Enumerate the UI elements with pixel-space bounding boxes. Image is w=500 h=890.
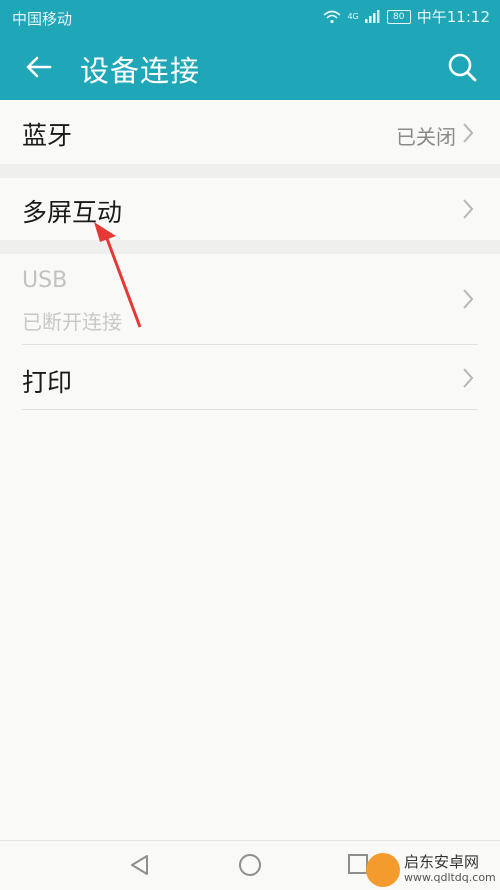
nav-home-icon[interactable] [237,852,263,878]
annotation-arrow-icon [94,222,142,328]
watermark-url: www.qdltdq.com [404,871,496,884]
nav-back-icon[interactable] [128,853,150,877]
watermark: 启东安卓网 www.qdltdq.com [366,852,496,888]
watermark-title: 启东安卓网 [404,853,480,871]
watermark-logo-icon [366,853,400,887]
